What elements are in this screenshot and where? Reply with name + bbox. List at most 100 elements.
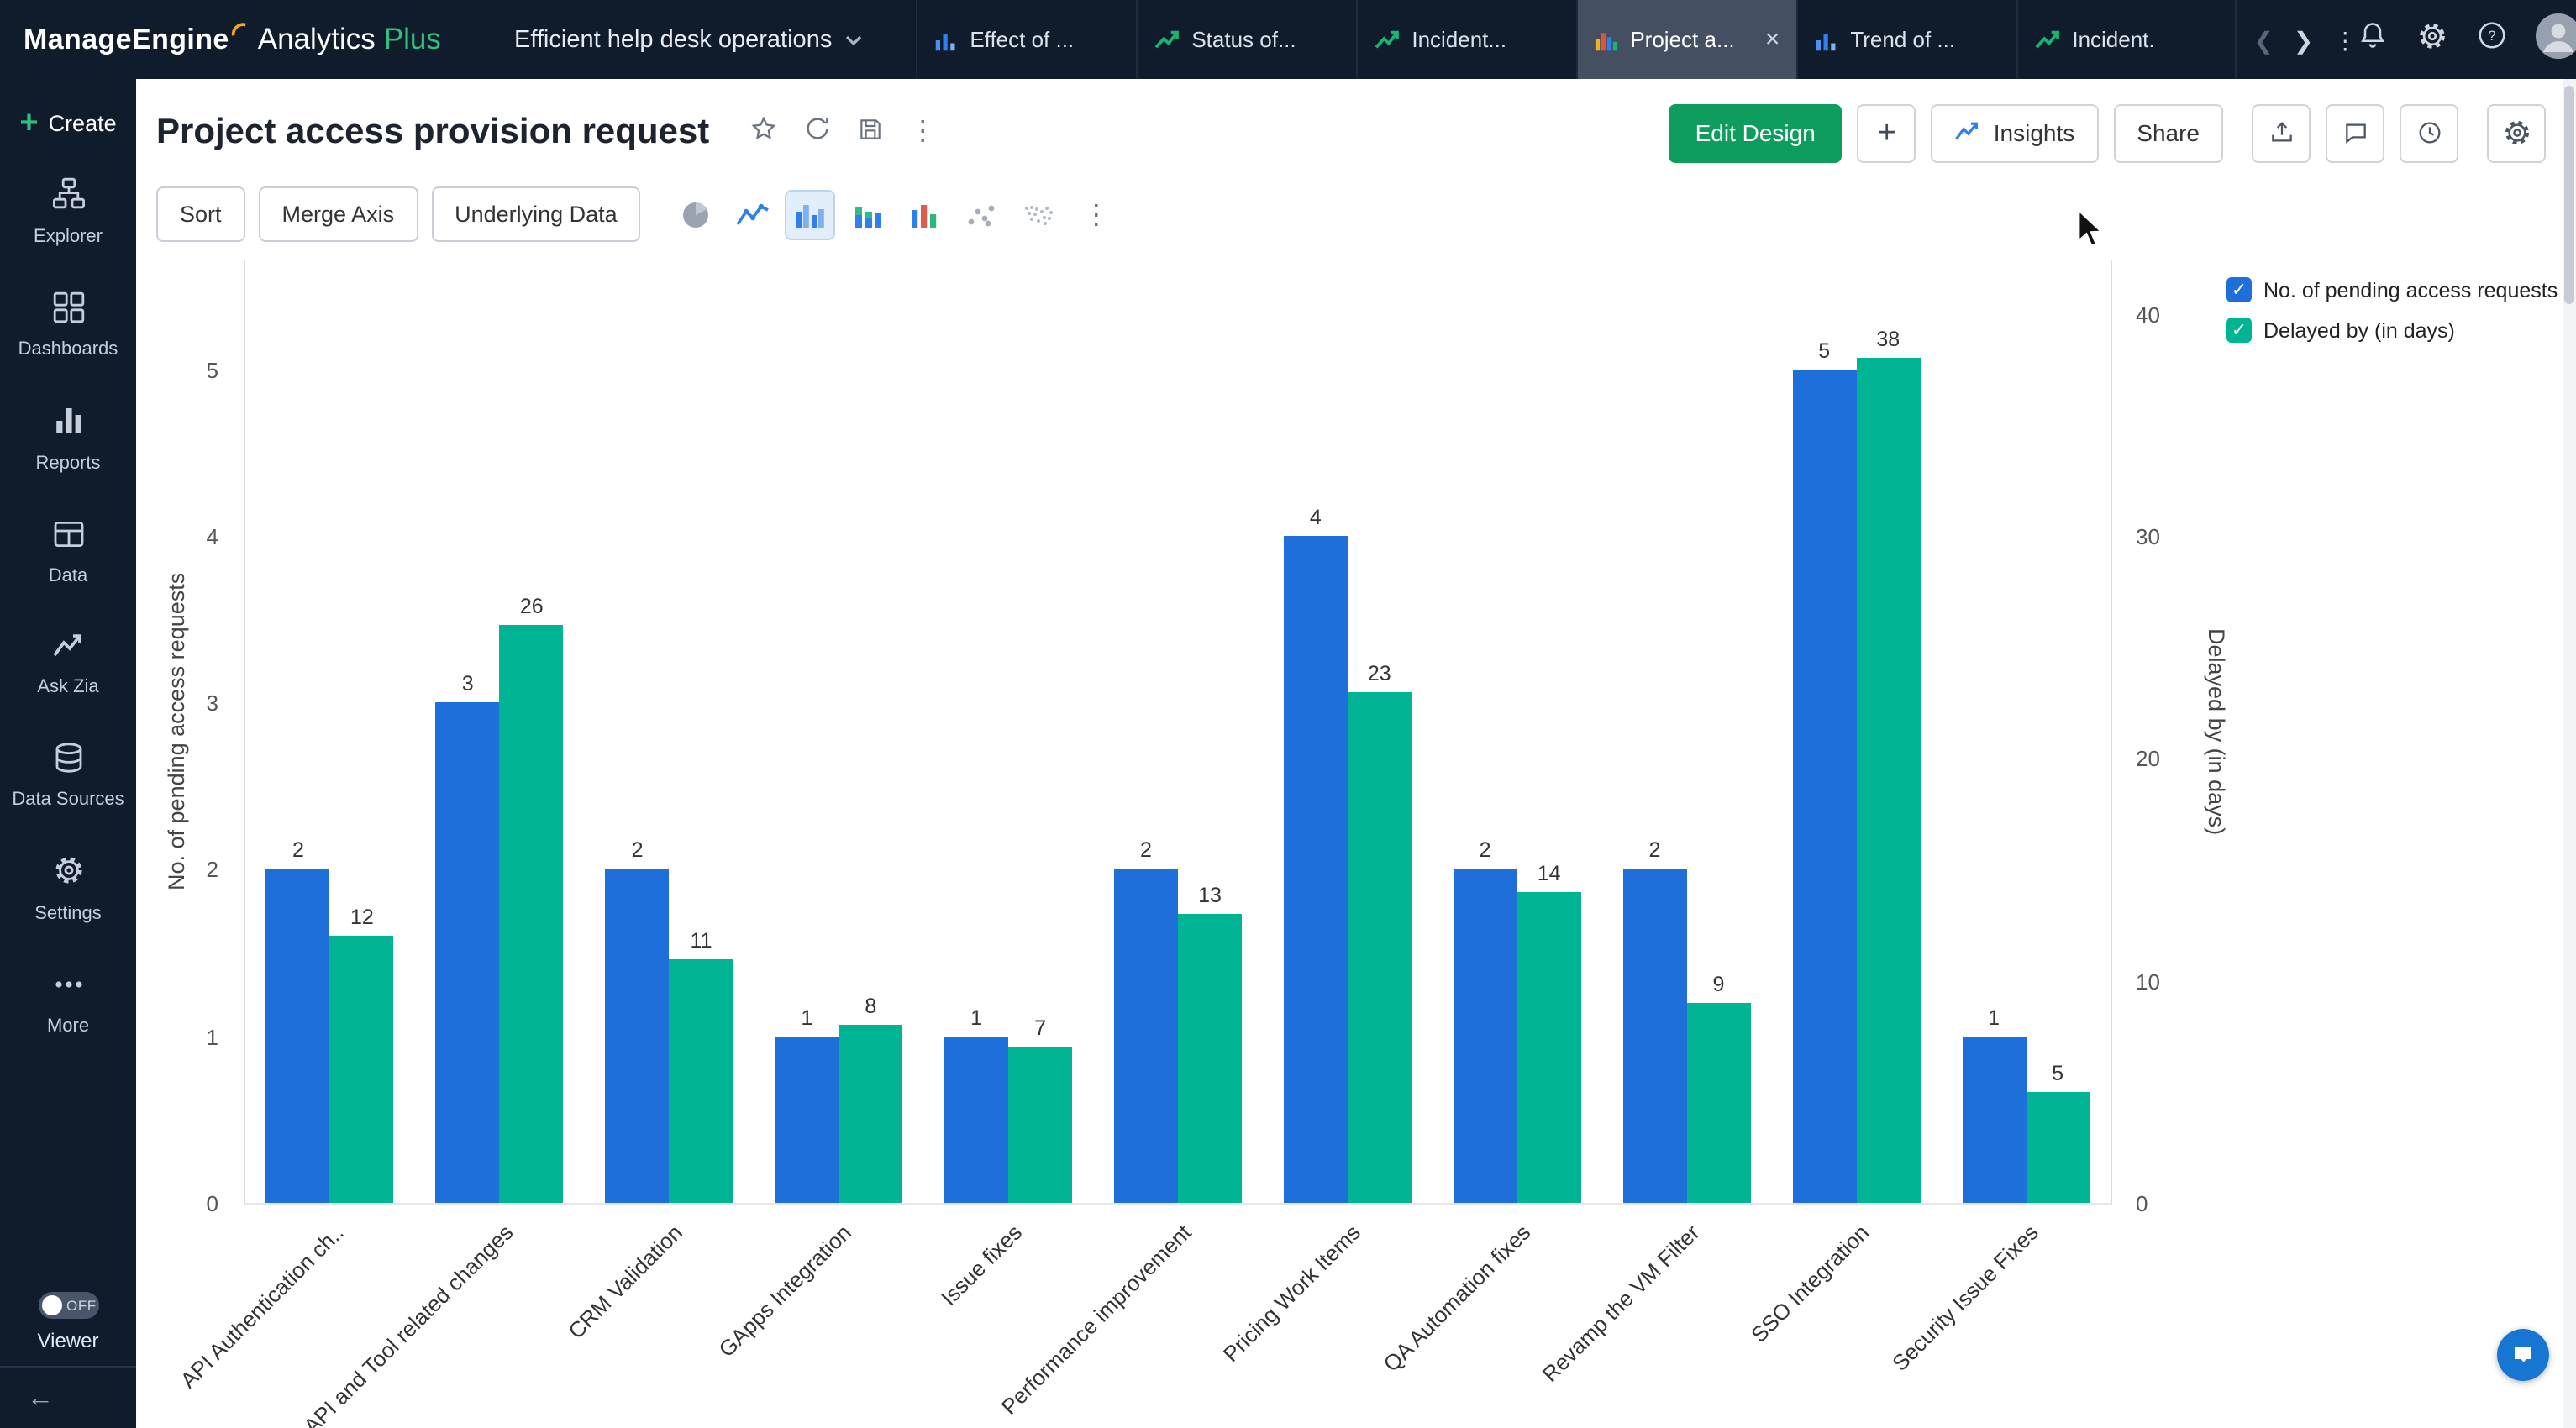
bar[interactable]: 11 <box>670 958 733 1203</box>
multi-color-bar-chart-icon[interactable] <box>900 189 950 239</box>
tab-label: Project a... <box>1630 27 1734 52</box>
edit-design-button[interactable]: Edit Design <box>1669 103 1843 162</box>
category-label: QA Automation fixes <box>1378 1220 1535 1377</box>
bar-value-label: 26 <box>520 595 544 618</box>
map-chart-icon[interactable] <box>1014 189 1065 239</box>
stacked-bar-chart-icon[interactable] <box>843 189 893 239</box>
bar[interactable]: 4 <box>1284 536 1348 1203</box>
bar[interactable]: 2 <box>1454 869 1517 1203</box>
add-button[interactable]: + <box>1858 103 1916 162</box>
scatter-chart-icon[interactable] <box>957 189 1007 239</box>
insights-button[interactable]: Insights <box>1932 103 2099 162</box>
sidebar-item-label: Data <box>49 567 88 591</box>
category-label: CRM Validation <box>563 1220 687 1344</box>
bar[interactable]: 1 <box>775 1036 839 1203</box>
line-chart-icon[interactable] <box>728 189 779 239</box>
bar[interactable]: 12 <box>330 936 394 1203</box>
toggle-knob <box>41 1295 61 1315</box>
tab-status-of-[interactable]: Status of... <box>1136 0 1356 79</box>
bar-value-label: 11 <box>691 928 712 952</box>
viewer-toggle[interactable]: OFF <box>38 1292 98 1319</box>
bar[interactable]: 23 <box>1348 691 1412 1203</box>
bar[interactable]: 1 <box>1962 1036 2026 1203</box>
sidebar-item-data[interactable]: Data <box>0 496 136 610</box>
bar[interactable]: 14 <box>1517 892 1581 1203</box>
brand-manageengine: ManageEngine <box>24 23 229 56</box>
bar[interactable]: 1 <box>944 1036 1008 1203</box>
bar[interactable]: 9 <box>1686 1003 1750 1203</box>
tab-scroll-left-icon[interactable]: ❮ <box>2253 28 2273 51</box>
viewer-label: Viewer <box>38 1329 99 1352</box>
pie-chart-icon[interactable] <box>671 189 722 239</box>
sidebar-item-explorer[interactable]: Explorer <box>0 156 136 270</box>
legend-checkbox[interactable]: ✓ <box>2226 277 2252 302</box>
tab-incident-[interactable]: Incident... <box>1356 0 1576 79</box>
bar[interactable]: 13 <box>1178 914 1242 1203</box>
category-labels: API Authentication ch..API and Tool rela… <box>245 1203 2111 1428</box>
bar[interactable]: 38 <box>1856 358 1920 1203</box>
comments-button[interactable] <box>2326 103 2384 162</box>
bar[interactable]: 3 <box>436 702 500 1203</box>
collapse-sidebar-button[interactable]: ← <box>0 1366 136 1428</box>
notifications-bell-icon[interactable] <box>2357 20 2387 59</box>
tab-scroll-right-icon[interactable]: ❯ <box>2294 28 2313 51</box>
brand-swoosh-icon <box>231 16 250 46</box>
merge-axis-button[interactable]: Merge Axis <box>259 186 418 242</box>
sidebar-item-dashboards[interactable]: Dashboards <box>0 270 136 383</box>
bar[interactable]: 5 <box>2026 1092 2090 1203</box>
category-label: SSO Integration <box>1746 1220 1874 1347</box>
main-content: Project access provision request ⋮ Edit … <box>136 79 2576 1428</box>
favorite-star-icon[interactable] <box>749 114 778 151</box>
bar[interactable]: 8 <box>839 1025 902 1203</box>
tab-trend-of-[interactable]: Trend of ... <box>1796 0 2016 79</box>
underlying-data-button[interactable]: Underlying Data <box>431 186 641 242</box>
sidebar-item-reports[interactable]: Reports <box>0 383 136 496</box>
legend-checkbox[interactable]: ✓ <box>2226 318 2252 343</box>
chat-icon <box>2510 1342 2536 1368</box>
chat-widget-button[interactable] <box>2497 1329 2549 1381</box>
grouped-bar-chart-icon[interactable] <box>786 189 836 239</box>
create-button[interactable]: + Create <box>19 96 116 150</box>
bar-groups: 21232621118172134232142953815 <box>245 260 2111 1203</box>
bar[interactable]: 26 <box>500 625 564 1203</box>
left-tick-label: 4 <box>207 524 218 549</box>
bar[interactable]: 2 <box>606 869 670 1203</box>
refresh-icon[interactable] <box>803 114 832 151</box>
tab-project-a-[interactable]: Project a... × <box>1576 0 1796 79</box>
tab-overflow-menu-icon[interactable]: ⋮ <box>2333 28 2357 51</box>
settings-gear-icon[interactable] <box>2416 19 2447 60</box>
export-button[interactable] <box>2252 103 2311 162</box>
bar-group: 213 <box>1093 260 1263 1203</box>
trend-line-icon <box>2035 29 2060 50</box>
tab-effect-of-[interactable]: Effect of ... <box>916 0 1136 79</box>
sidebar-item-ask-zia[interactable]: Ask Zia <box>0 610 136 720</box>
avatar[interactable] <box>2535 13 2576 66</box>
scrollbar-thumb[interactable] <box>2564 86 2574 304</box>
ask-zia-icon <box>51 630 85 669</box>
scrollbar[interactable] <box>2563 79 2576 1428</box>
sidebar-item-settings[interactable]: Settings <box>0 833 136 947</box>
right-tick-label: 0 <box>2136 1191 2148 1216</box>
sort-button[interactable]: Sort <box>156 186 245 242</box>
bar-value-label: 2 <box>292 839 304 863</box>
help-icon[interactable]: ? <box>2476 20 2506 59</box>
title-more-options-icon[interactable]: ⋮ <box>909 119 936 146</box>
bar[interactable]: 2 <box>1622 869 1686 1203</box>
report-settings-button[interactable] <box>2487 103 2546 162</box>
tab-incident-[interactable]: Incident. <box>2016 0 2237 79</box>
bar-group: 15 <box>1941 260 2111 1203</box>
share-button[interactable]: Share <box>2113 103 2223 162</box>
topbar: ManageEngine Analytics Plus Efficient he… <box>0 0 2576 79</box>
history-button[interactable] <box>2400 103 2458 162</box>
sidebar-item-data-sources[interactable]: Data Sources <box>0 720 136 833</box>
workspace-selector[interactable]: Efficient help desk operations <box>514 26 862 53</box>
more-chart-options-icon[interactable]: ⋮ <box>1071 189 1122 239</box>
sidebar-item-more[interactable]: More <box>0 947 136 1060</box>
bar[interactable]: 2 <box>1114 869 1178 1203</box>
bar[interactable]: 7 <box>1008 1047 1072 1203</box>
bar[interactable]: 5 <box>1792 369 1856 1203</box>
save-icon[interactable] <box>857 115 884 150</box>
bar[interactable]: 2 <box>266 869 330 1203</box>
tab-close-icon[interactable]: × <box>1765 27 1780 52</box>
data-icon <box>51 517 85 559</box>
